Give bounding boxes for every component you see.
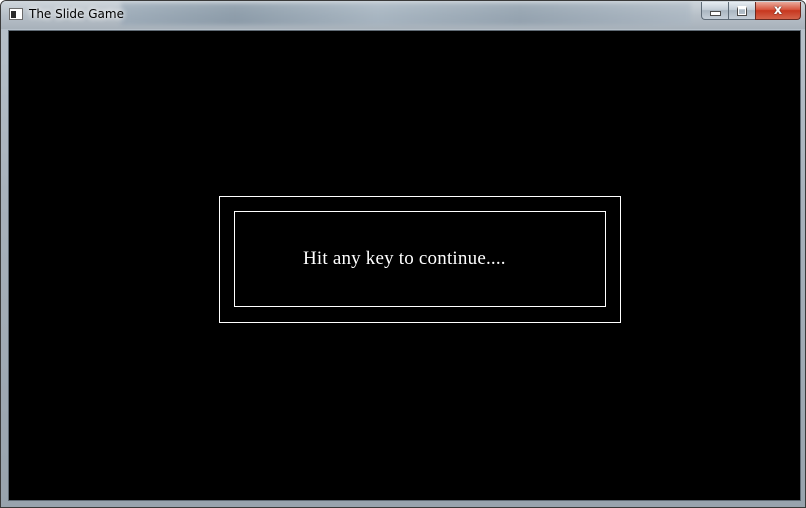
prompt-box-outer-border: Hit any key to continue.... <box>219 196 621 323</box>
prompt-box-inner-border: Hit any key to continue.... <box>234 211 606 307</box>
app-window-icon[interactable] <box>9 8 23 20</box>
aero-glass-blur <box>121 3 691 25</box>
maximize-button[interactable] <box>728 2 755 20</box>
close-icon: x <box>773 3 783 18</box>
caption-buttons: x <box>701 2 801 20</box>
minimize-icon <box>709 11 721 16</box>
close-button[interactable]: x <box>755 2 801 20</box>
minimize-button[interactable] <box>701 2 728 20</box>
window-title: The Slide Game <box>29 7 124 21</box>
app-window: The Slide Game x Hit any key to continue… <box>0 0 806 508</box>
game-canvas[interactable]: Hit any key to continue.... <box>8 30 801 501</box>
title-bar[interactable]: The Slide Game x <box>1 1 805 29</box>
maximize-icon <box>737 5 747 16</box>
continue-prompt: Hit any key to continue.... <box>303 248 506 269</box>
